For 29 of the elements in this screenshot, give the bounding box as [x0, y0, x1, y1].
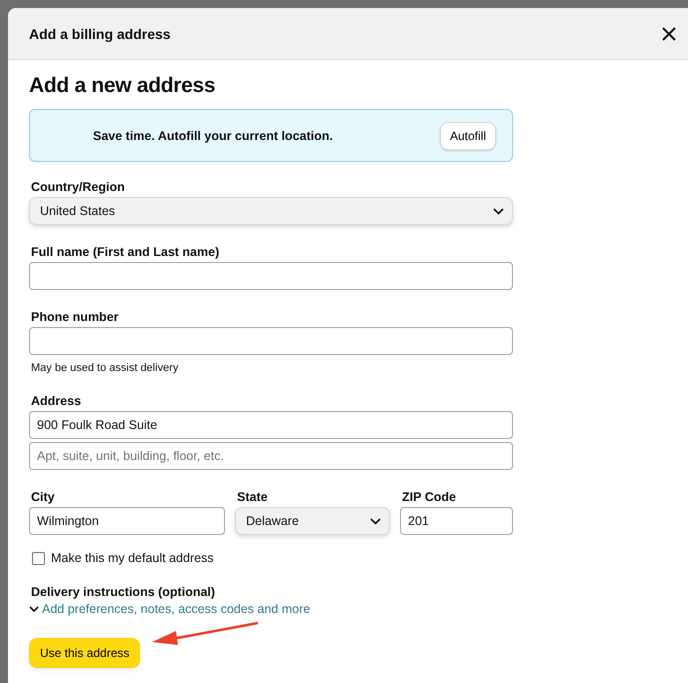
page-heading: Add a new address — [29, 74, 216, 98]
chevron-down-icon — [493, 208, 504, 214]
field-label: Full name (First and Last name) — [31, 245, 220, 259]
field-label: Address — [31, 394, 82, 408]
dropdown[interactable]: United States — [29, 197, 513, 225]
dialog-title: Add a billing address — [29, 26, 171, 42]
field-label: State — [237, 490, 269, 504]
field-label: Country/Region — [31, 180, 126, 194]
field-label: ZIP Code — [402, 490, 457, 504]
input-field[interactable] — [29, 327, 513, 355]
checkbox-label: Make this my default address — [51, 551, 214, 565]
chevron-down-icon — [370, 518, 381, 524]
chevron-down-icon — [29, 606, 39, 612]
close-button[interactable] — [660, 24, 678, 42]
input-field[interactable]: Apt, suite, unit, building, floor, etc. — [29, 442, 513, 470]
expand-link[interactable]: Add preferences, notes, access codes and more — [29, 602, 513, 616]
banner-text: Save time. Autofill your current location. — [93, 128, 333, 142]
section-label: Delivery instructions (optional) — [31, 585, 216, 599]
input-field[interactable]: 900 Foulk Road Suite — [29, 411, 513, 439]
input-field[interactable]: 201 — [400, 507, 513, 535]
input-field[interactable]: Wilmington — [29, 507, 225, 535]
autofill-button[interactable]: Autofill — [440, 122, 496, 150]
input-field[interactable] — [29, 262, 513, 290]
checkbox[interactable] — [32, 552, 45, 564]
field-label: Phone number — [31, 310, 120, 324]
field-label: City — [31, 490, 56, 504]
use-address-button[interactable]: Use this address — [29, 638, 140, 668]
dropdown[interactable]: Delaware — [235, 507, 390, 535]
field-hint: May be used to assist delivery — [31, 362, 180, 374]
